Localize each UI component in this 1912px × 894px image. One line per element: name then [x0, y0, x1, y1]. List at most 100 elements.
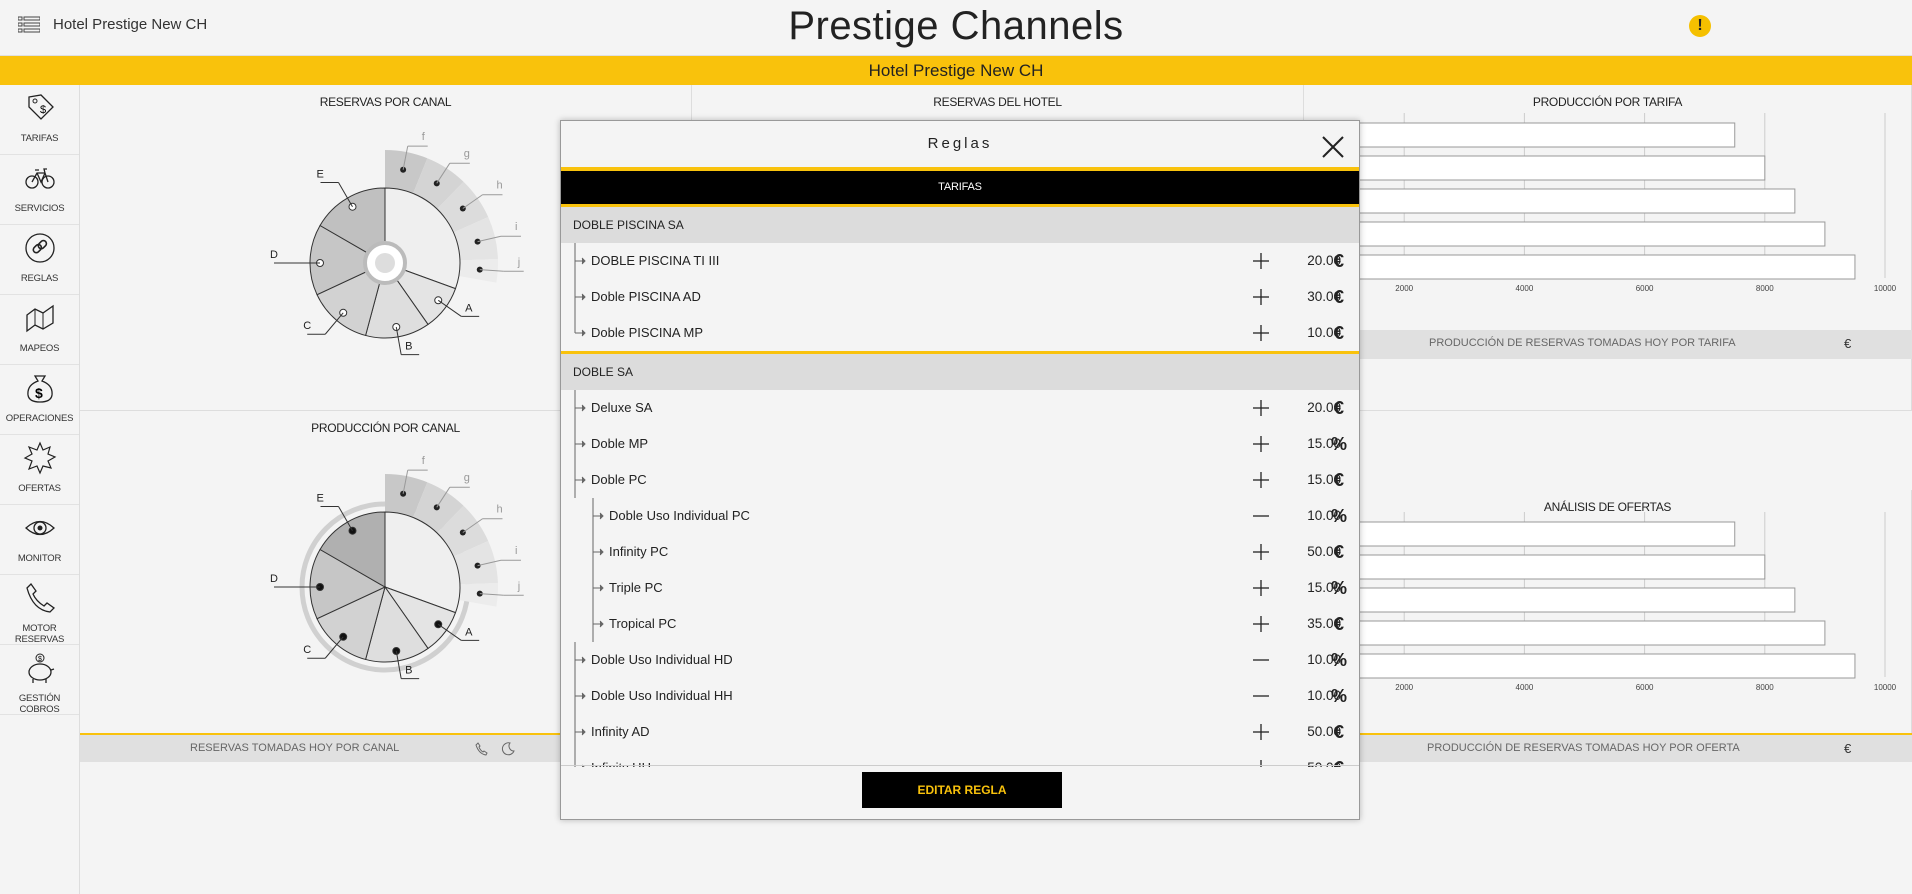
- rule-row[interactable]: Doble Uso Individual HH 10.00%: [561, 678, 1359, 714]
- pie-label: h: [496, 504, 502, 516]
- modal-footer: EDITAR REGLA: [561, 765, 1359, 819]
- tree-connector-icon: [592, 534, 604, 570]
- bar-chart: 2000 4000 6000 8000 10000: [1304, 113, 1897, 293]
- plus-icon[interactable]: [1253, 253, 1269, 269]
- data-point: [459, 529, 466, 536]
- rule-unit[interactable]: %: [1329, 498, 1349, 534]
- plus-icon[interactable]: [1253, 436, 1269, 452]
- footer-label: RESERVAS TOMADAS HOY POR CANAL: [190, 742, 400, 754]
- tree-connector-icon: [592, 498, 604, 534]
- bar: [1304, 254, 1856, 280]
- bar: [1304, 620, 1826, 646]
- minus-icon[interactable]: [1253, 688, 1269, 704]
- rule-row[interactable]: Doble PISCINA MP 10.00 €: [561, 315, 1359, 351]
- close-icon[interactable]: [1319, 133, 1347, 161]
- phone-icon[interactable]: [475, 742, 489, 756]
- rule-unit[interactable]: %: [1329, 426, 1349, 462]
- bar: [1304, 587, 1796, 613]
- plus-icon[interactable]: [1253, 616, 1269, 632]
- rule-row[interactable]: Doble Uso Individual HD 10.00%: [561, 642, 1359, 678]
- pie-label: C: [303, 644, 311, 656]
- bar: [1304, 155, 1766, 181]
- rule-unit[interactable]: %: [1329, 570, 1349, 606]
- money-bag-icon: $: [26, 375, 53, 403]
- sidebar-item-tarifas[interactable]: $ TARIFAS: [0, 85, 79, 155]
- alert-icon[interactable]: !: [1689, 15, 1711, 37]
- sidebar-item-reglas[interactable]: REGLAS: [0, 225, 79, 295]
- bar: [1304, 554, 1766, 580]
- pie-label: g: [464, 148, 470, 160]
- axis-tick: 4000: [1516, 284, 1534, 293]
- rule-name: Tropical PC: [609, 616, 677, 631]
- plus-icon[interactable]: [1253, 544, 1269, 560]
- sidebar-item-servicios[interactable]: SERVICIOS: [0, 155, 79, 225]
- rule-name: Infinity AD: [591, 724, 650, 739]
- hotel-band: Hotel Prestige New CH: [0, 56, 1912, 85]
- plus-icon[interactable]: [1253, 580, 1269, 596]
- sidebar-item-label: GESTIÓN COBROS: [18, 693, 61, 715]
- rule-unit[interactable]: €: [1329, 390, 1349, 426]
- rule-row[interactable]: Deluxe SA 20.00 €: [561, 390, 1359, 426]
- map-icon: [25, 304, 54, 333]
- svg-text:$: $: [40, 104, 46, 116]
- rule-row[interactable]: Infinity AD 50.00 €: [561, 714, 1359, 750]
- rule-unit[interactable]: €: [1329, 714, 1349, 750]
- bicycle-icon: [24, 168, 55, 189]
- group-header[interactable]: DOBLE PISCINA SA: [561, 207, 1359, 243]
- sidebar-item-label: TARIFAS: [20, 133, 59, 144]
- top-bar: Hotel Prestige New CH Prestige Channels …: [0, 0, 1912, 56]
- rule-row[interactable]: Tropical PC 35.00 €: [561, 606, 1359, 642]
- tree-connector-icon: [574, 678, 586, 714]
- rule-unit[interactable]: €: [1329, 279, 1349, 315]
- rule-unit[interactable]: €: [1329, 243, 1349, 279]
- rules-list[interactable]: DOBLE PISCINA SA DOBLE PISCINA TI III 20.0…: [561, 207, 1359, 767]
- rule-name: Triple PC: [609, 580, 663, 595]
- sidebar-item-mapeos[interactable]: MAPEOS: [0, 295, 79, 365]
- rule-unit[interactable]: %: [1329, 678, 1349, 714]
- rule-row[interactable]: DOBLE PISCINA TI III 20.00 €: [561, 243, 1359, 279]
- tab-tarifas[interactable]: TARIFAS: [561, 171, 1359, 204]
- edit-rule-button[interactable]: EDITAR REGLA: [862, 772, 1062, 808]
- sidebar-item-gesti-n-cobros[interactable]: $ GESTIÓN COBROS: [0, 645, 79, 715]
- plus-icon[interactable]: [1253, 472, 1269, 488]
- rule-row[interactable]: Doble PC 15.00 €: [561, 462, 1359, 498]
- minus-icon[interactable]: [1253, 508, 1269, 524]
- data-point: [348, 526, 357, 535]
- plus-icon[interactable]: [1253, 400, 1269, 416]
- tree-connector-icon: [574, 315, 586, 337]
- rule-unit[interactable]: €: [1329, 315, 1349, 351]
- panel-produccion-tarifa: PRODUCCIÓN POR TARIFA 2000 4000 6000 8000 10…: [1304, 85, 1912, 411]
- rule-row[interactable]: Triple PC 15.00%: [561, 570, 1359, 606]
- rule-unit[interactable]: €: [1329, 534, 1349, 570]
- moon-icon[interactable]: [501, 742, 515, 756]
- rule-row[interactable]: Doble PISCINA AD 30.00 €: [561, 279, 1359, 315]
- rule-name: Doble PISCINA MP: [591, 325, 703, 340]
- minus-icon[interactable]: [1253, 652, 1269, 668]
- pie-label: D: [270, 573, 278, 585]
- rule-row[interactable]: Infinity PC 50.00 €: [561, 534, 1359, 570]
- sidebar-item-monitor[interactable]: MONITOR: [0, 505, 79, 575]
- sidebar-item-motor-reservas[interactable]: MOTOR RESERVAS: [0, 575, 79, 645]
- plus-icon[interactable]: [1253, 724, 1269, 740]
- rule-unit[interactable]: €: [1329, 462, 1349, 498]
- pie-label: B: [405, 665, 412, 677]
- rule-name: Doble PISCINA AD: [591, 289, 701, 304]
- app-title: Prestige Channels: [788, 4, 1124, 48]
- svg-text:$: $: [35, 385, 43, 401]
- panel-analisis-ofertas: ANÁLISIS DE OFERTAS 2000 4000 6000 8000 1000…: [1304, 490, 1912, 734]
- axis-tick: 6000: [1636, 284, 1654, 293]
- rule-name: Doble MP: [591, 436, 649, 451]
- plus-icon[interactable]: [1253, 325, 1269, 341]
- group-header[interactable]: DOBLE SA: [561, 354, 1359, 390]
- pie-label: f: [422, 455, 426, 467]
- rule-unit[interactable]: %: [1329, 642, 1349, 678]
- bar: [1304, 521, 1736, 547]
- sidebar-item-ofertas[interactable]: OFERTAS: [0, 435, 79, 505]
- rule-row[interactable]: Doble Uso Individual PC 10.00%: [561, 498, 1359, 534]
- plus-icon[interactable]: [1253, 289, 1269, 305]
- rule-unit[interactable]: €: [1329, 606, 1349, 642]
- rule-row[interactable]: Doble MP 15.00%: [561, 426, 1359, 462]
- bar: [1304, 653, 1856, 679]
- sidebar-item-operaciones[interactable]: $ OPERACIONES: [0, 365, 79, 435]
- tree-connector-icon: [592, 570, 604, 606]
